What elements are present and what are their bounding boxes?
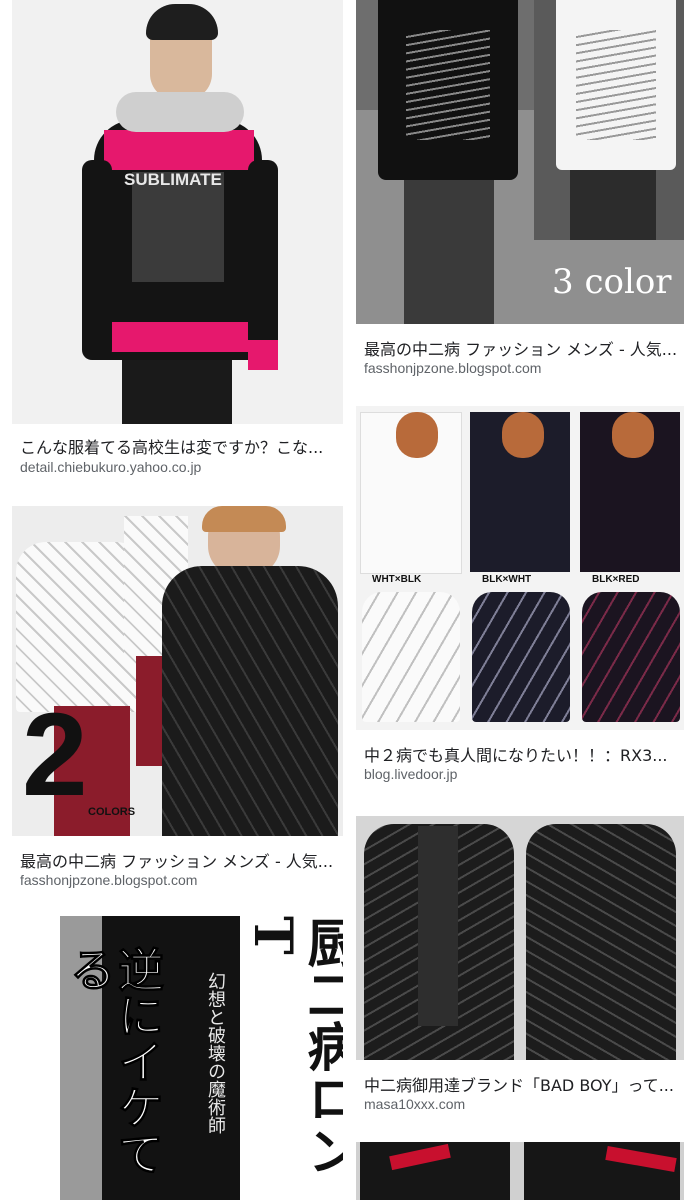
result-card[interactable]: 3 color 最高の中二病 ファッション メンズ - 人気... fassho… <box>356 0 684 385</box>
large-title-text: 厨二病ロンT <box>242 916 343 1176</box>
result-domain: fasshonjpzone.blogspot.com <box>20 872 198 888</box>
side-text: 逆にイケてる <box>63 946 166 1177</box>
result-thumbnail[interactable]: SUBLIMATE <box>12 0 343 424</box>
colors-label: COLORS <box>88 806 136 818</box>
result-title[interactable]: 中二病御用達ブランド「BAD BOY」って... <box>364 1072 680 1096</box>
shirt-back-shape <box>526 824 676 1060</box>
result-card[interactable]: 2 COLORS 最高の中二病 ファッション メンズ - 人気... fassh… <box>12 506 343 892</box>
result-card[interactable]: 逆にイケてる 幻想と破壊の魔術師 厨二病ロンT <box>12 916 343 1200</box>
result-card[interactable]: 中二病御用達ブランド「BAD BOY」って... masa10xxx.com <box>356 816 684 1116</box>
result-domain: masa10xxx.com <box>364 1096 466 1112</box>
result-card[interactable] <box>356 1142 684 1200</box>
black-tee-shape <box>162 566 338 836</box>
result-domain: fasshonjpzone.blogspot.com <box>364 360 542 376</box>
result-thumbnail[interactable]: 3 color <box>356 0 684 324</box>
color-count-number: 2 <box>22 689 88 821</box>
result-card[interactable]: SUBLIMATE こんな服着てる高校生は変ですか？こな... detail.c… <box>12 0 343 480</box>
result-thumbnail[interactable]: WHT×BLK BLK×WHT BLK×RED <box>356 406 684 730</box>
result-thumbnail[interactable]: 2 COLORS <box>12 506 343 836</box>
result-domain: blog.livedoor.jp <box>364 766 458 782</box>
shirt-print-text: SUBLIMATE <box>124 170 222 189</box>
result-title[interactable]: 最高の中二病 ファッション メンズ - 人気... <box>364 336 680 360</box>
result-thumbnail[interactable]: 逆にイケてる 幻想と破壊の魔術師 厨二病ロンT <box>12 916 343 1200</box>
image-results-grid: SUBLIMATE こんな服着てる高校生は変ですか？こな... detail.c… <box>0 0 696 1200</box>
result-card[interactable]: WHT×BLK BLK×WHT BLK×RED 中２病でも真人間になりたい！！：… <box>356 406 684 790</box>
color-label-1: WHT×BLK <box>372 574 422 585</box>
result-thumbnail[interactable] <box>356 816 684 1060</box>
vertical-text: 幻想と破壊の魔術師 <box>205 972 226 1134</box>
result-title[interactable]: 最高の中二病 ファッション メンズ - 人気... <box>20 848 339 872</box>
result-domain: detail.chiebukuro.yahoo.co.jp <box>20 459 202 475</box>
color-label-3: BLK×RED <box>592 574 640 585</box>
result-title[interactable]: 中２病でも真人間になりたい！！：RX3... <box>364 742 680 766</box>
color-count-text: 3 color <box>552 262 672 302</box>
color-label-2: BLK×WHT <box>482 574 532 585</box>
result-thumbnail[interactable] <box>356 1142 684 1200</box>
result-title[interactable]: こんな服着てる高校生は変ですか？こな... <box>20 434 339 458</box>
